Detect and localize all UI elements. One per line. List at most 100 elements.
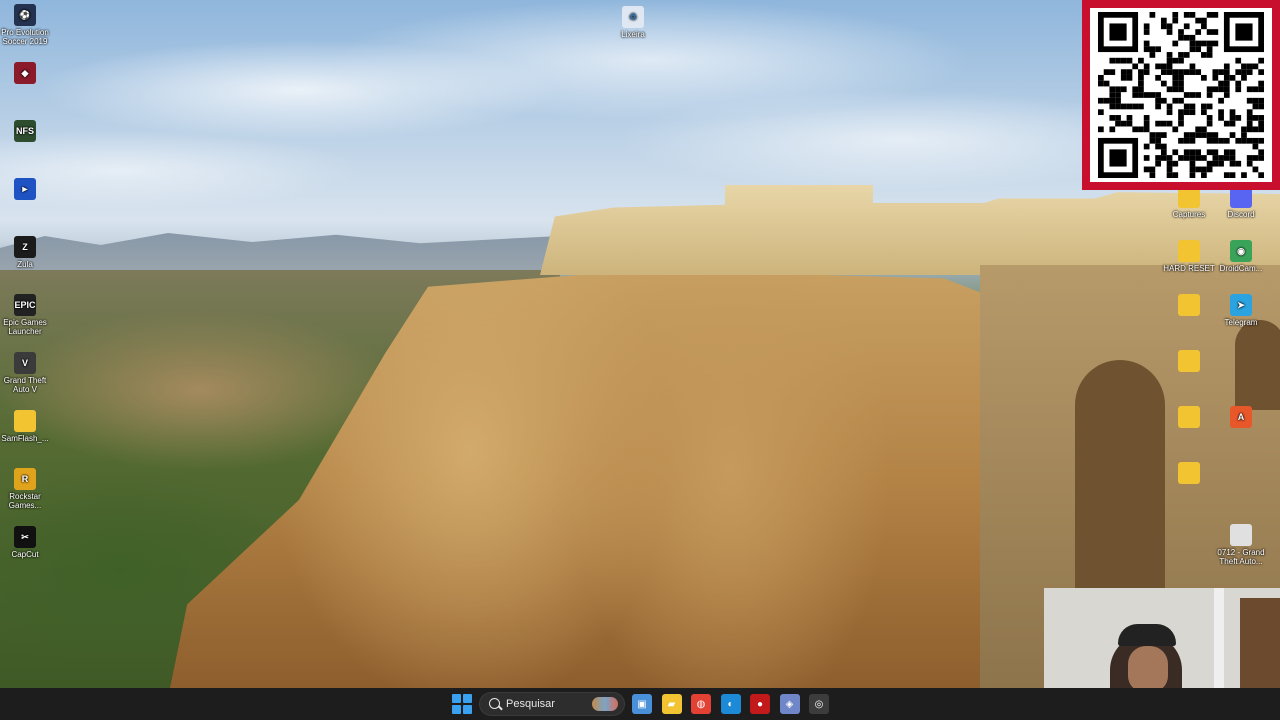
desktop-icon[interactable]: ◆: [0, 62, 52, 86]
desktop-icon-recycle-bin[interactable]: ♲ Lixeira: [606, 6, 660, 39]
qr-module: [1206, 46, 1213, 53]
desktop-icon[interactable]: ➤ Telegram: [1214, 294, 1268, 327]
qr-module: [1109, 97, 1116, 104]
qr-module: [1098, 126, 1104, 133]
qr-module: [1103, 80, 1110, 87]
qr-module: [1258, 80, 1264, 87]
qr-module: [1166, 155, 1173, 161]
qr-module: [1178, 29, 1184, 35]
desktop-icon[interactable]: NFS: [0, 120, 52, 144]
desktop-icon-label: Captures: [1172, 210, 1206, 219]
qr-module: [1132, 86, 1139, 93]
qr-module: [1212, 74, 1219, 81]
qr-module: [1120, 103, 1127, 110]
desktop-icon-label: Rockstar Games...: [8, 492, 42, 510]
qr-module: [1241, 172, 1247, 178]
start-button[interactable]: [452, 694, 472, 714]
windows-logo-icon: [463, 694, 472, 703]
qr-module: [1166, 86, 1173, 93]
qr-module: [1183, 149, 1190, 156]
qr-code-image: [1098, 12, 1264, 178]
qr-module: [1172, 40, 1179, 47]
desktop-icon[interactable]: [1162, 294, 1216, 318]
desktop-icon[interactable]: A: [1214, 406, 1268, 430]
settings-app-icon[interactable]: ◈: [779, 694, 800, 714]
desktop-icon[interactable]: R Rockstar Games...: [0, 468, 52, 510]
desktop-icon-label: Grand Theft Auto V: [3, 376, 47, 394]
obs-icon[interactable]: ◎: [809, 694, 829, 714]
qr-module: [1201, 132, 1207, 138]
qr-module: [1126, 103, 1133, 110]
desktop-icon[interactable]: ⚽ Pro Evolution Soccer 2019: [0, 4, 52, 46]
qr-module: [1189, 132, 1196, 138]
taskbar-search-box[interactable]: Pesquisar: [479, 692, 625, 716]
qr-module: [1149, 137, 1156, 144]
desktop-icon-label: CapCut: [11, 550, 39, 559]
qr-module: [1246, 115, 1253, 121]
qr-module: [1201, 166, 1207, 173]
desktop-icon[interactable]: Discord: [1214, 186, 1268, 219]
qr-module: [1155, 143, 1161, 150]
qr-module: [1178, 97, 1184, 104]
qr-module: [1149, 166, 1156, 173]
qr-module: [1160, 63, 1167, 70]
qr-module: [1160, 155, 1167, 161]
windows-logo-icon: [452, 694, 461, 703]
qr-module: [1155, 103, 1161, 110]
qr-module: [1115, 57, 1121, 64]
qr-module: [1109, 126, 1116, 133]
qr-module: [1258, 155, 1264, 161]
qr-module: [1223, 86, 1230, 93]
desktop-icon[interactable]: ✂ CapCut: [0, 526, 52, 559]
edge-icon[interactable]: ◐: [720, 694, 741, 714]
qr-module: [1155, 92, 1161, 98]
qr-module: [1252, 97, 1259, 104]
qr-module: [1201, 23, 1207, 30]
qr-module: [1098, 80, 1104, 87]
qr-module: [1252, 155, 1259, 161]
desktop-icon[interactable]: ◉ DroidCam...: [1214, 240, 1268, 273]
app-icon: ◆: [14, 62, 36, 84]
qr-module: [1120, 86, 1127, 93]
qr-module: [1143, 126, 1150, 133]
qr-module: [1178, 52, 1184, 58]
desktop-icon[interactable]: [1162, 350, 1216, 374]
file-explorer-icon[interactable]: ▰: [661, 694, 682, 714]
desktop-icon[interactable]: [1162, 406, 1216, 430]
qr-module: [1109, 149, 1127, 167]
task-view-icon[interactable]: ▣: [632, 694, 652, 714]
qr-module: [1115, 86, 1121, 93]
qr-module: [1235, 137, 1242, 144]
desktop-icon[interactable]: Z Zula: [0, 236, 52, 269]
desktop-icon[interactable]: EPIC Epic Games Launcher: [0, 294, 52, 336]
webcam-person-cap: [1118, 624, 1176, 646]
qr-module: [1212, 132, 1219, 138]
qr-module: [1252, 137, 1259, 144]
qr-module: [1212, 12, 1219, 18]
qr-module: [1166, 160, 1173, 167]
desktop-icon[interactable]: ►: [0, 178, 52, 202]
qr-module: [1178, 109, 1184, 116]
desktop-icon[interactable]: [1162, 462, 1216, 486]
desktop-icon[interactable]: HARD RESET: [1162, 240, 1216, 273]
qr-module: [1258, 137, 1264, 144]
app-icon: [1178, 294, 1200, 316]
record-icon[interactable]: ●: [750, 694, 770, 714]
desktop-icon[interactable]: 0712 - Grand Theft Auto...: [1214, 524, 1268, 566]
qr-module: [1195, 155, 1202, 161]
qr-module: [1189, 69, 1196, 75]
desktop-icon[interactable]: V Grand Theft Auto V: [0, 352, 52, 394]
qr-module: [1212, 29, 1219, 35]
qr-module: [1138, 74, 1144, 81]
qr-module: [1201, 126, 1207, 133]
qr-module: [1160, 80, 1167, 87]
desktop-icon[interactable]: Captures: [1162, 186, 1216, 219]
chrome-icon[interactable]: ◍: [691, 694, 711, 714]
qr-module: [1201, 17, 1207, 24]
qr-module: [1166, 69, 1173, 75]
qr-module: [1241, 63, 1247, 70]
app-icon: [1230, 524, 1252, 546]
desktop-icon[interactable]: SamFlash_...: [0, 410, 52, 443]
qr-module: [1178, 69, 1184, 75]
qr-module: [1183, 155, 1190, 161]
